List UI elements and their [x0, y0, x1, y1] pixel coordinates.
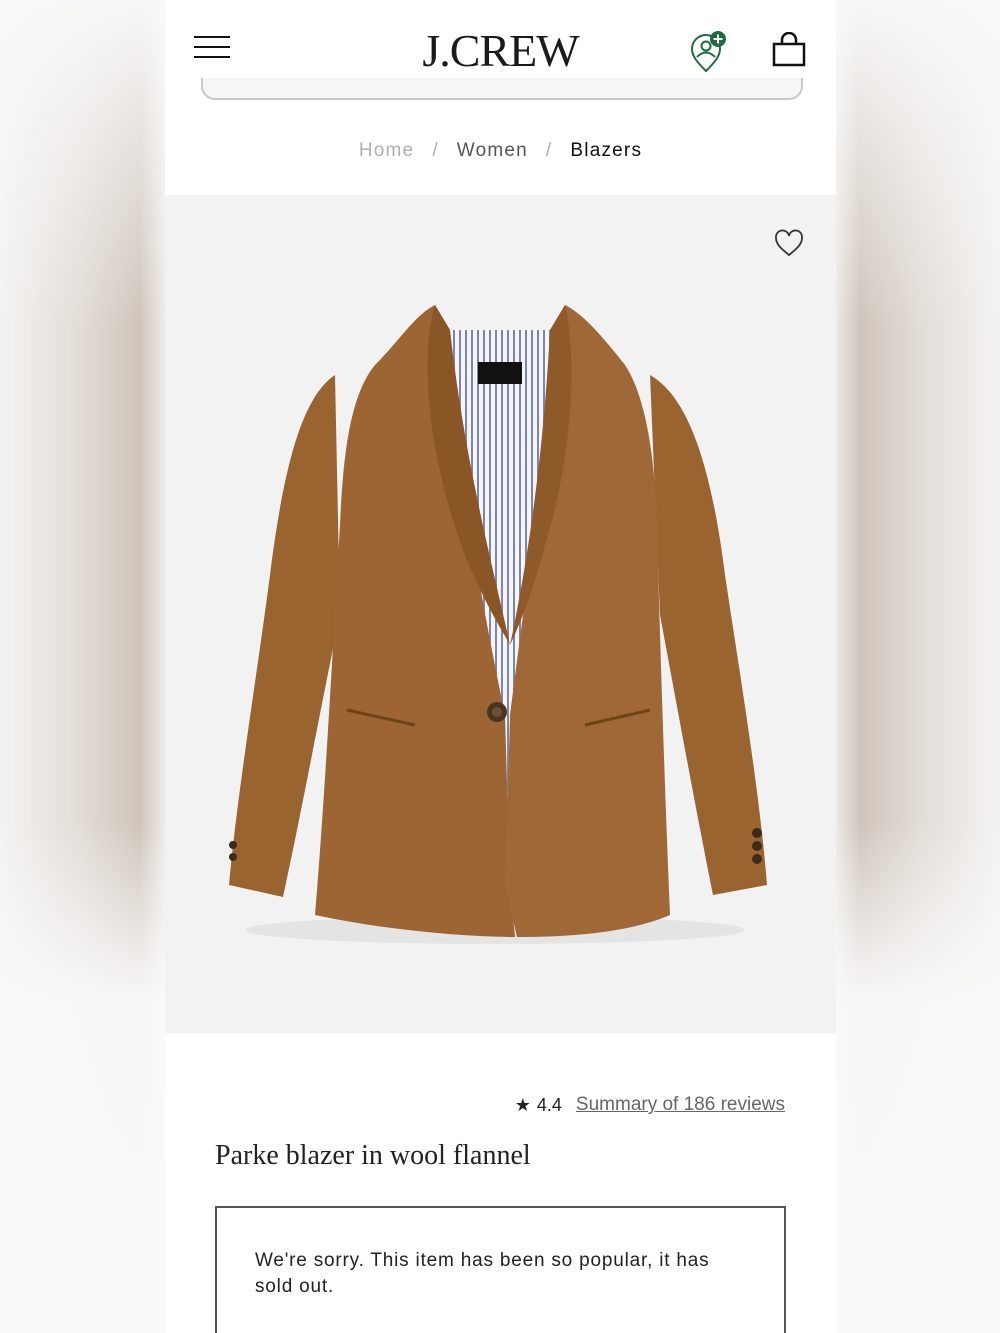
breadcrumb-home[interactable]: Home — [359, 140, 414, 161]
breadcrumb-separator: / — [545, 140, 553, 161]
breadcrumb-separator: / — [432, 140, 439, 161]
search-bar-edge[interactable] — [201, 78, 803, 100]
product-rating: ★ 4.4 Summary of 186 reviews — [515, 1094, 785, 1116]
product-title: Parke blazer in wool flannel — [215, 1140, 531, 1171]
store-locator-pin-icon[interactable] — [688, 30, 730, 74]
breadcrumb-current: Blazers — [570, 140, 643, 161]
site-header: J.CREW — [165, 0, 836, 100]
breadcrumb: Home / Women / Blazers — [165, 140, 836, 162]
star-icon: ★ — [514, 1094, 531, 1115]
blazer-illustration — [229, 305, 767, 944]
rating-score: 4.4 — [536, 1094, 562, 1115]
product-image[interactable] — [165, 195, 836, 1033]
sold-out-message: We're sorry. This item has been so popul… — [255, 1250, 710, 1297]
product-page: J.CREW Home / Women / Blazers ★ 4.4 Summ… — [165, 0, 836, 1333]
shopping-bag-icon[interactable] — [771, 31, 807, 68]
sold-out-notice: We're sorry. This item has been so popul… — [215, 1206, 786, 1333]
favorite-heart-icon[interactable] — [773, 228, 805, 258]
breadcrumb-women[interactable]: Women — [457, 140, 528, 161]
brand-logo[interactable]: J.CREW — [165, 24, 836, 77]
reviews-summary-link[interactable]: Summary of 186 reviews — [576, 1094, 785, 1116]
